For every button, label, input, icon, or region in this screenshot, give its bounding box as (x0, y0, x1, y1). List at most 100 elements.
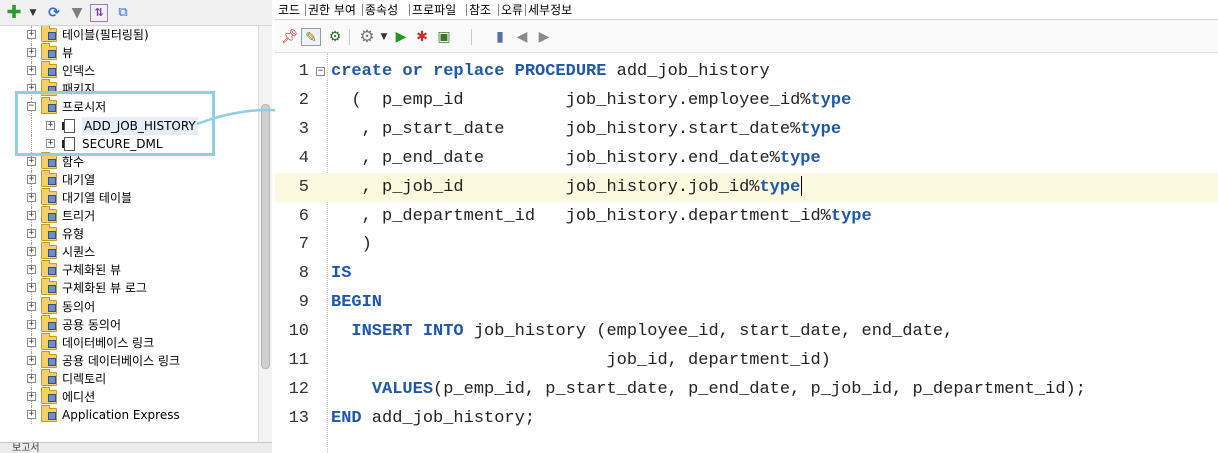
next-bookmark-icon[interactable]: ▶ (537, 28, 551, 46)
code-line[interactable]: 9 BEGIN (275, 288, 1218, 317)
connections-navigator: ✚ ▼ ⟳ ▼ ⇅ ⧉ + 테이블(필터링됨) + 뷰 + 인덱스 + 패키지 − 프로시저 + AD… (0, 0, 272, 453)
object-type-icon (48, 339, 56, 348)
code-line[interactable]: 3 , p_start_date job_history.start_date%… (275, 115, 1218, 144)
add-icon[interactable]: ✚ (6, 4, 22, 22)
expand-toggle-icon[interactable]: + (27, 30, 36, 39)
tree-folder-item[interactable]: + 공용 데이터베이스 링크 (0, 350, 258, 370)
expand-toggle-icon[interactable]: + (27, 283, 36, 293)
expand-toggle-icon[interactable]: + (27, 229, 36, 239)
expand-toggle-icon[interactable]: + (27, 174, 36, 184)
tree-folder-item[interactable]: + 구체화된 뷰 로그 (0, 278, 258, 298)
code-line[interactable]: 6 , p_department_id job_history.departme… (275, 202, 1218, 231)
tab-5[interactable]: 오류 (501, 0, 523, 20)
scrollbar-thumb[interactable] (261, 104, 270, 369)
expand-toggle-icon[interactable]: + (27, 66, 36, 76)
code-line[interactable]: 7 ) (275, 230, 1218, 259)
expand-toggle-icon[interactable]: + (27, 48, 36, 58)
tree-folder-item[interactable]: + 구체화된 뷰 (0, 260, 258, 280)
tab-4[interactable]: 참조 (469, 0, 491, 20)
tree-folder-item[interactable]: + 디렉토리 (0, 368, 258, 388)
code-text: BEGIN (331, 288, 382, 317)
reports-panel-header[interactable]: 보고서 (0, 442, 272, 453)
code-line[interactable]: 5 , p_job_id job_history.job_id%type (275, 172, 1218, 202)
tree-item-label: 뷰 (62, 46, 74, 61)
object-type-icon (48, 321, 56, 330)
dropdown-arrow-icon[interactable]: ▼ (28, 4, 38, 22)
refresh-icon[interactable]: ⟳ (44, 4, 64, 22)
code-line[interactable]: 10 INSERT INTO job_history (employee_id,… (275, 317, 1218, 346)
highlight-callout (15, 91, 215, 156)
settings-gear-icon[interactable]: ⚙ (357, 28, 377, 46)
schema-browser-icon[interactable]: ⇅ (90, 4, 108, 22)
tree-folder-item[interactable]: + 테이블(필터링됨) (0, 26, 258, 44)
expand-toggle-icon[interactable]: + (27, 247, 36, 257)
code-editor[interactable]: 1− create or replace PROCEDURE add_job_hi… (275, 53, 1218, 453)
expand-toggle-icon[interactable]: + (27, 192, 36, 202)
line-number: 12 (288, 379, 309, 399)
tree-folder-item[interactable]: + Application Express (0, 405, 258, 425)
pin-icon[interactable]: 📌︎ (281, 28, 299, 46)
tree-folder-item[interactable]: + 대기열 테이블 (0, 187, 258, 207)
profile-icon[interactable]: ▣ (435, 28, 453, 46)
collapse-icon[interactable]: ⧉ (114, 4, 132, 22)
tree-folder-item[interactable]: + 뷰 (0, 43, 258, 63)
line-number: 8 (298, 264, 309, 284)
tree-item-label: 디렉토리 (62, 371, 107, 386)
code-line[interactable]: 11 job_id, department_id) (275, 346, 1218, 375)
prev-bookmark-icon[interactable]: ◀ (515, 28, 529, 46)
tree-folder-item[interactable]: + 에디션 (0, 387, 258, 406)
tree-scrollbar[interactable] (258, 26, 272, 442)
code-line[interactable]: 4 , p_end_date job_history.end_date%type (275, 144, 1218, 173)
bookmark-icon[interactable]: ▮ (493, 28, 507, 46)
expand-toggle-icon[interactable]: + (27, 392, 36, 401)
expand-toggle-icon[interactable]: + (27, 337, 36, 347)
code-text: , p_job_id job_history.job_id%type (331, 173, 803, 202)
tree-folder-item[interactable]: + 유형 (0, 224, 258, 244)
expand-toggle-icon[interactable]: + (27, 410, 36, 420)
fold-toggle-icon[interactable]: − (316, 67, 325, 76)
expand-toggle-icon[interactable]: + (27, 156, 36, 166)
tree-folder-item[interactable]: + 시퀀스 (0, 242, 258, 262)
folder-icon (41, 43, 57, 61)
toolbar-separator (471, 29, 472, 45)
object-type-icon (48, 50, 56, 59)
tab-2[interactable]: 종속성 (365, 0, 398, 20)
tab-3[interactable]: 프로파일 (412, 0, 456, 20)
expand-toggle-icon[interactable]: + (27, 373, 36, 383)
object-tabs: 코드 권한 부여 종속성 프로파일 참조 오류 세부정보 (275, 0, 1218, 20)
code-line[interactable]: 8 IS (275, 259, 1218, 288)
tab-0[interactable]: 코드 (278, 0, 300, 20)
tree-folder-item[interactable]: + 트리거 (0, 206, 258, 225)
tree-folder-item[interactable]: + 공용 동의어 (0, 314, 258, 334)
folder-icon (41, 260, 57, 278)
code-keyword: type (800, 119, 842, 139)
code-line[interactable]: 2 ( p_emp_id job_history.employee_id%typ… (275, 86, 1218, 115)
tree-folder-item[interactable]: + 대기열 (0, 169, 258, 189)
folder-icon (41, 296, 57, 314)
debug-bug-icon[interactable]: ✱ (413, 28, 431, 46)
object-type-icon (48, 285, 56, 294)
expand-toggle-icon[interactable]: + (27, 319, 36, 329)
edit-icon[interactable]: ✎ (301, 28, 321, 46)
tab-1[interactable]: 권한 부여 (308, 0, 356, 20)
dropdown-arrow-icon[interactable]: ▼ (379, 28, 389, 46)
expand-toggle-icon[interactable]: + (27, 355, 36, 365)
code-line[interactable]: 1− create or replace PROCEDURE add_job_hi… (275, 57, 1218, 86)
expand-toggle-icon[interactable]: + (27, 211, 36, 220)
code-keyword: type (830, 206, 872, 226)
tree-folder-item[interactable]: + 데이터베이스 링크 (0, 332, 258, 352)
tree-folder-item[interactable]: + 동의어 (0, 296, 258, 316)
tab-separator (466, 4, 467, 16)
line-number: 4 (298, 148, 309, 168)
expand-toggle-icon[interactable]: + (27, 301, 36, 311)
code-line[interactable]: 12 VALUES(p_emp_id, p_start_date, p_end_… (275, 375, 1218, 404)
folder-icon (41, 387, 57, 404)
run-icon[interactable]: ▶ (393, 28, 409, 46)
compile-icon[interactable]: ⚙ (327, 28, 343, 46)
filter-icon[interactable]: ▼ (68, 4, 86, 22)
tree-folder-item[interactable]: + 인덱스 (0, 61, 258, 81)
code-line[interactable]: 13 END add_job_history; (275, 404, 1218, 433)
tab-6[interactable]: 세부정보 (528, 0, 572, 20)
tree-item-label: 데이터베이스 링크 (62, 335, 155, 350)
expand-toggle-icon[interactable]: + (27, 265, 36, 275)
